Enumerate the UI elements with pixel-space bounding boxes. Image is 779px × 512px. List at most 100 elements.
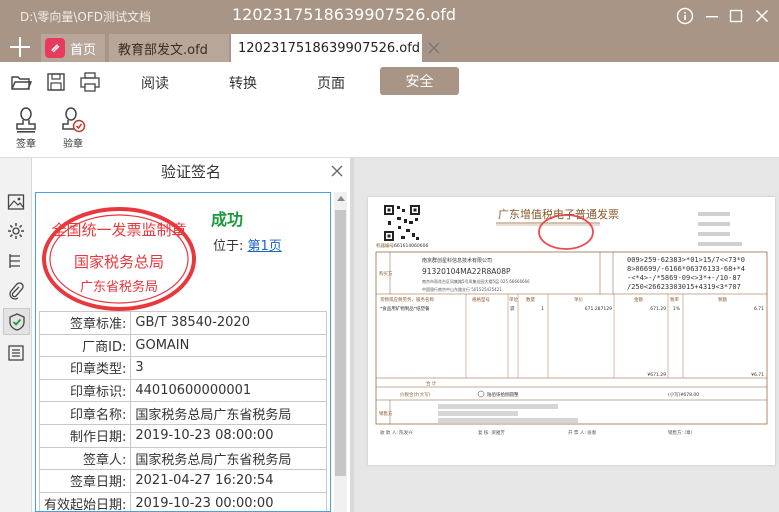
- document-viewer: 广东增值税电子普通发票 机器编号: 661614060606 购买方 南京群创星…: [354, 158, 779, 512]
- new-tab-plus-icon[interactable]: [7, 34, 33, 60]
- footer-review: 复 核: 梁雅芳: [478, 429, 505, 436]
- item-price: 671.287129: [585, 306, 612, 312]
- menu-convert[interactable]: 转换: [229, 73, 257, 93]
- footer-payee: 收 款 人: 陈发兴: [380, 429, 413, 436]
- info-row: 有效起始日期: 2019-10-23 00:00:00: [38, 491, 327, 511]
- info-key: 印章标识:: [38, 378, 132, 403]
- info-value: 国家税务总局广东省税务局: [130, 401, 327, 425]
- info-key: 签章日期:: [38, 469, 132, 493]
- cipher-line-1: 009>259-62383>*01>15/7<<73*0: [627, 256, 745, 264]
- left-sidebar: [0, 158, 32, 512]
- scroll-up-icon[interactable]: [337, 196, 345, 201]
- grand-total-words: 陆佰柒拾捌圆整: [487, 391, 519, 398]
- machine-code-label: 机器编号:: [376, 242, 396, 249]
- info-row: 印章类型: 3: [38, 356, 327, 380]
- total-tax: ¥6.71: [751, 372, 764, 378]
- info-row: 签章日期: 2021-04-27 16:20:54: [38, 469, 327, 493]
- total-label: 合 计: [426, 380, 437, 387]
- qr-code-image: [384, 205, 420, 241]
- verify-button[interactable]: 验章: [55, 106, 91, 150]
- grand-total-small: (小写)¥678.00: [668, 391, 699, 398]
- sign-button[interactable]: 签章: [8, 106, 44, 150]
- info-value: 3: [130, 356, 327, 380]
- print-icon[interactable]: [79, 71, 101, 93]
- info-key: 厂商ID:: [38, 333, 132, 358]
- info-value: 国家税务总局广东省税务局: [130, 446, 327, 471]
- info-key: 签章人:: [38, 446, 132, 471]
- seller-block-label: 销售方: [379, 410, 393, 417]
- invoice-page: 广东增值税电子普通发票 机器编号: 661614060606 购买方 南京群创星…: [368, 197, 775, 465]
- cipher-line-3: -<*4>-/*5869-09<>3*+-/10-87: [627, 274, 741, 282]
- info-key: 印章类型:: [38, 356, 132, 380]
- col-qty: 数量: [526, 296, 535, 303]
- buyer-tax-id: 91320104MA22R8A08P: [422, 267, 511, 276]
- menu-security[interactable]: 安全: [380, 67, 459, 95]
- footer-seller: 销售方: (章): [668, 429, 693, 436]
- info-key: 制作日期:: [38, 423, 132, 448]
- tab-label: 1202317518639907526.ofd: [238, 40, 421, 56]
- thumbnail-icon[interactable]: [6, 192, 26, 212]
- info-icon[interactable]: [675, 6, 695, 26]
- col-amount: 金额: [634, 296, 643, 303]
- invoice-title: 广东增值税电子普通发票: [498, 207, 619, 221]
- title-bar: D:\零向量\OFD测试文档 1202317518639907526.ofd: [0, 0, 779, 32]
- tab-document-active[interactable]: 1202317518639907526.ofd: [231, 34, 440, 62]
- col-spec: 规格型号: [472, 296, 490, 303]
- machine-code: 661614060606: [394, 243, 428, 249]
- window-path: D:\零向量\OFD测试文档: [20, 10, 151, 24]
- open-folder-icon[interactable]: [10, 71, 32, 93]
- info-value: 2019-10-23 00:00:00: [130, 491, 327, 511]
- buyer-address: 南京市雨花台区凤集路5号凤集佳园大楼5层 025 66666666: [422, 278, 530, 284]
- item-unit: 袋: [510, 305, 515, 312]
- verify-stamp-icon: [62, 107, 86, 133]
- attachment-icon[interactable]: [6, 281, 26, 301]
- verify-signature-panel: 验证签名 全国统一发票监制章 国家税务总局 广东省税务局 成功 位于: 第1页 …: [32, 158, 350, 512]
- maximize-icon[interactable]: [726, 6, 746, 26]
- page-link[interactable]: 第1页: [248, 239, 282, 254]
- panel-close-icon[interactable]: [330, 164, 344, 178]
- grand-total-label: 价税合计(大写): [400, 391, 431, 398]
- info-row: 签章标准: GB/T 38540-2020: [38, 311, 327, 335]
- window-title: 1202317518639907526.ofd: [232, 5, 457, 24]
- close-icon[interactable]: [752, 6, 772, 26]
- tab-home[interactable]: 首页: [41, 34, 105, 62]
- info-row: 厂商ID: GOMAIN: [38, 333, 327, 358]
- close-tab-icon[interactable]: [428, 42, 440, 54]
- info-key: 印章名称:: [38, 401, 132, 425]
- info-value: 2021-04-27 16:20:54: [130, 469, 327, 493]
- col-rate: 税率: [670, 296, 679, 303]
- menu-page[interactable]: 页面: [317, 73, 345, 93]
- cipher-line-4: /250<26623303015+4319<3*707: [627, 283, 741, 291]
- page-position: 位于: 第1页: [213, 235, 282, 254]
- scroll-thumb[interactable]: [335, 210, 346, 476]
- list-icon[interactable]: [6, 343, 26, 363]
- verify-status: 成功: [211, 210, 244, 229]
- menu-read[interactable]: 阅读: [141, 73, 169, 93]
- col-tax: 税额: [718, 296, 727, 303]
- info-value: GB/T 38540-2020: [130, 311, 327, 335]
- buyer-block-label: 购买方: [379, 270, 393, 277]
- info-row: 制作日期: 2019-10-23 08:00:00: [38, 423, 327, 448]
- info-row: 印章标识: 44010600000001: [38, 378, 327, 403]
- buyer-name: 南京群创星科信息技术有限公司: [422, 257, 492, 264]
- tab-bar: 首页 教育部发文.ofd 1202317518639907526.ofd: [0, 32, 779, 62]
- info-key: 签章标准:: [38, 311, 132, 335]
- cipher-line-2: 8>06699/-6166*06376133-68+*4: [627, 265, 745, 273]
- seal-image: 全国统一发票监制章 国家税务总局 广东省税务局: [42, 207, 196, 311]
- signature-shield-icon[interactable]: [3, 308, 30, 335]
- info-row: 印章名称: 国家税务总局广东省税务局: [38, 401, 327, 425]
- item-qty: 1: [541, 306, 544, 312]
- tab-document-1[interactable]: 教育部发文.ofd: [109, 34, 229, 62]
- signature-info-table: 签章标准: GB/T 38540-2020 厂商ID: GOMAIN 印章类型: 3 印章标…: [38, 311, 327, 511]
- seal-main-text: 国家税务总局: [74, 253, 164, 271]
- seal-arc-text: 全国统一发票监制章: [51, 221, 186, 239]
- outline-tree-icon[interactable]: [6, 251, 26, 271]
- info-value: 44010600000001: [130, 378, 327, 403]
- settings-gear-icon[interactable]: [6, 221, 26, 241]
- total-amount: ¥671.29: [647, 372, 666, 378]
- seal-sub-text: 广东省税务局: [80, 279, 158, 295]
- tab-label: 首页: [70, 42, 97, 58]
- panel-scrollbar[interactable]: [334, 192, 347, 512]
- minimize-icon[interactable]: [702, 6, 722, 26]
- save-icon[interactable]: [45, 71, 67, 93]
